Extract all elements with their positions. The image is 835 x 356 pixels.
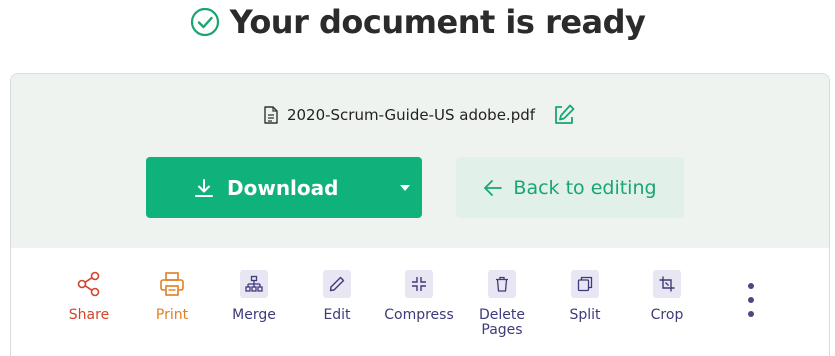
tool-merge[interactable]: Merge: [216, 270, 292, 340]
tool-edit-label: Edit: [323, 307, 351, 323]
success-header: Your document is ready: [0, 2, 835, 42]
back-to-editing-button[interactable]: Back to editing: [456, 157, 684, 218]
share-icon: [75, 270, 103, 298]
tool-split-label: Split: [569, 307, 601, 323]
tool-compress[interactable]: Compress: [381, 270, 457, 340]
compress-icon: [405, 270, 433, 298]
tool-crop[interactable]: Crop: [629, 270, 705, 340]
more-dot: [748, 311, 754, 317]
tool-merge-label: Merge: [232, 307, 276, 323]
tool-crop-label: Crop: [650, 307, 684, 323]
more-vertical-icon[interactable]: [744, 283, 758, 317]
tool-print[interactable]: Print: [134, 270, 210, 340]
document-icon: [264, 106, 278, 124]
check-circle-icon: [190, 7, 219, 37]
result-card-top: 2020-Scrum-Guide-US adobe.pdf Download B…: [11, 74, 829, 248]
download-button[interactable]: Download: [146, 157, 422, 218]
back-to-editing-label: Back to editing: [513, 176, 657, 199]
tool-split[interactable]: Split: [547, 270, 623, 340]
trash-icon: [488, 270, 516, 298]
merge-icon: [240, 270, 268, 298]
print-icon: [158, 270, 186, 298]
download-icon: [195, 178, 213, 197]
chevron-down-icon[interactable]: [400, 184, 410, 192]
tool-share-label: Share: [68, 307, 110, 323]
more-dot: [748, 283, 754, 289]
more-dot: [748, 297, 754, 303]
tool-delete-pages-label: Delete Pages: [479, 307, 525, 338]
edit-icon: [323, 270, 351, 298]
tool-print-label: Print: [155, 307, 189, 323]
download-label: Download: [227, 175, 339, 200]
tool-edit[interactable]: Edit: [299, 270, 375, 340]
tool-compress-label: Compress: [384, 307, 454, 323]
crop-icon: [653, 270, 681, 298]
result-card: 2020-Scrum-Guide-US adobe.pdf Download B…: [10, 73, 830, 356]
tools-bar: Share Print Merge Edit Compress Delete P…: [11, 270, 829, 340]
tool-delete-pages[interactable]: Delete Pages: [464, 270, 540, 340]
rename-file-button[interactable]: [551, 102, 577, 128]
file-row: 2020-Scrum-Guide-US adobe.pdf: [11, 101, 829, 129]
pencil-square-icon: [555, 104, 575, 124]
split-icon: [571, 270, 599, 298]
tool-share[interactable]: Share: [51, 270, 127, 340]
page-title: Your document is ready: [229, 3, 646, 41]
arrow-left-icon: [484, 179, 503, 196]
file-name: 2020-Scrum-Guide-US adobe.pdf: [286, 106, 536, 124]
download-main[interactable]: Download: [194, 176, 338, 200]
